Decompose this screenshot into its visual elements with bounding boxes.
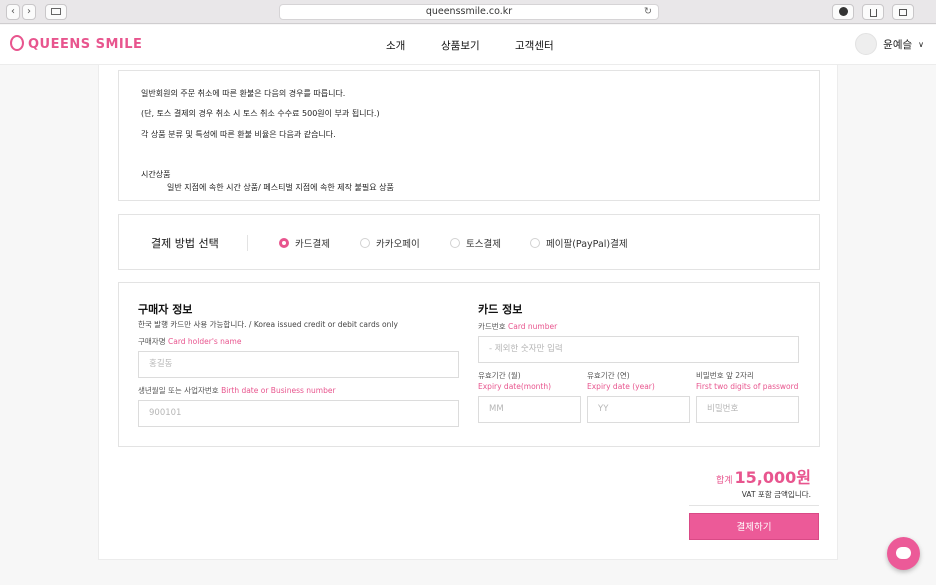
buyer-info-title: 구매자 정보	[138, 303, 193, 316]
download-glyph	[838, 7, 848, 16]
label-en: Card number	[508, 322, 558, 331]
payment-form-box: 구매자 정보 한국 발행 카드만 사용 가능합니다. / Korea issue…	[118, 282, 820, 447]
radio-icon	[530, 238, 540, 248]
expiry-month-input[interactable]: MM	[478, 396, 581, 423]
payment-option-kakaopay[interactable]: 카카오페이	[360, 236, 420, 250]
share-glyph	[869, 9, 877, 17]
label-en: Expiry date (year)	[587, 382, 655, 391]
avatar	[855, 33, 878, 55]
radio-selected-icon	[279, 238, 289, 248]
payment-option-label: 카카오페이	[376, 239, 420, 250]
checkout-page: 일반회원의 주문 취소에 따른 환불은 다음의 경우를 따릅니다. (단, 토스…	[98, 65, 838, 560]
policy-line: 각 상품 분류 및 특성에 따른 환불 비율은 다음과 같습니다.	[141, 130, 336, 139]
nav-item-support[interactable]: 고객센터	[515, 38, 554, 53]
radio-icon	[450, 238, 460, 248]
chevron-down-icon: ∨	[918, 39, 924, 49]
radio-icon	[360, 238, 370, 248]
payment-option-toss[interactable]: 토스결제	[450, 236, 501, 250]
label-en: Expiry date(month)	[478, 382, 552, 391]
back-icon[interactable]: ‹	[6, 4, 20, 20]
divider	[247, 235, 248, 251]
reload-icon[interactable]: ↻	[644, 5, 652, 19]
nav-item-products[interactable]: 상품보기	[441, 38, 480, 53]
chat-button[interactable]	[887, 537, 920, 570]
label-ko: 카드번호	[478, 322, 506, 331]
address-bar[interactable]: queenssmile.co.kr ↻	[279, 4, 659, 20]
policy-line: (단, 토스 결제의 경우 취소 시 토스 취소 수수료 500원이 부과 됩니…	[141, 109, 380, 118]
policy-line: 일반회원의 주문 취소에 따른 환불은 다음의 경우를 따릅니다.	[141, 89, 346, 98]
user-menu[interactable]: 윤예슬 ∨	[855, 33, 924, 55]
birth-label: 생년월일 또는 사업자번호 Birth date or Business num…	[138, 385, 336, 396]
policy-line: 시간상품	[141, 170, 171, 179]
sidebar-icon[interactable]	[45, 4, 67, 20]
label-ko: 유효기간 (월)	[478, 371, 521, 380]
share-icon[interactable]	[862, 4, 884, 20]
password-label: 비밀번호 앞 2자리 First two digits of password	[696, 370, 798, 392]
forward-icon[interactable]: ›	[22, 4, 36, 20]
logo-text: QUEENS SMILE	[28, 37, 143, 52]
payment-option-label: 카드결제	[295, 239, 330, 250]
birth-input[interactable]: 900101	[138, 400, 459, 427]
url-text: queenssmile.co.kr	[425, 6, 513, 17]
payment-option-label: 페이팔(PayPal)결제	[546, 239, 628, 250]
label-en: Birth date or Business number	[221, 386, 336, 395]
user-name: 윤예슬	[883, 38, 913, 51]
label-en: Card holder's name	[168, 337, 242, 346]
divider	[689, 505, 819, 506]
policy-line: 일반 지점에 속한 시간 상품/ 페스티벌 지점에 속한 제작 불필요 상품	[167, 183, 394, 192]
payment-option-label: 토스결제	[466, 239, 501, 250]
payment-option-card[interactable]: 카드결제	[279, 236, 330, 250]
payment-method-box: 결제 방법 선택 카드결제 카카오페이 토스결제 페이팔(PayPal)결제	[118, 214, 820, 270]
card-number-input[interactable]: - 제외한 숫자만 입력	[478, 336, 799, 363]
vat-note: VAT 포함 금액입니다.	[741, 490, 811, 499]
browser-toolbar: ‹ › queenssmile.co.kr ↻	[0, 0, 936, 24]
card-number-label: 카드번호 Card number	[478, 321, 557, 332]
tabs-glyph	[899, 9, 907, 16]
label-ko: 비밀번호 앞 2자리	[696, 371, 754, 380]
card-info-title: 카드 정보	[478, 303, 523, 316]
payment-method-label: 결제 방법 선택	[151, 237, 219, 250]
tabs-icon[interactable]	[892, 4, 914, 20]
label-ko: 구매자명	[138, 337, 166, 346]
logo-mark	[10, 35, 24, 51]
label-en: First two digits of password	[696, 382, 799, 391]
nav-item-intro[interactable]: 소개	[386, 38, 405, 53]
password-input[interactable]: 비밀번호	[696, 396, 799, 423]
label-ko: 유효기간 (연)	[587, 371, 630, 380]
expiry-month-label: 유효기간 (월) Expiry date(month)	[478, 370, 551, 392]
label-ko: 생년월일 또는 사업자번호	[138, 386, 219, 395]
expiry-year-label: 유효기간 (연) Expiry date (year)	[587, 370, 655, 392]
total-price: 합계 15,000원	[716, 464, 811, 488]
payment-option-paypal[interactable]: 페이팔(PayPal)결제	[530, 236, 628, 250]
buyer-name-input[interactable]: 홍길동	[138, 351, 459, 378]
refund-policy-box: 일반회원의 주문 취소에 따른 환불은 다음의 경우를 따릅니다. (단, 토스…	[118, 70, 820, 201]
buyer-notice: 한국 발행 카드만 사용 가능합니다. / Korea issued credi…	[138, 320, 398, 329]
download-icon[interactable]	[832, 4, 854, 20]
total-label: 합계	[715, 476, 733, 486]
site-logo[interactable]: QUEENS SMILE	[10, 35, 142, 52]
chat-bubble-icon	[896, 542, 911, 559]
total-amount: 15,000원	[734, 468, 811, 487]
site-header: QUEENS SMILE 소개 상품보기 고객센터 윤예슬 ∨	[0, 25, 936, 65]
pay-button[interactable]: 결제하기	[689, 513, 819, 540]
expiry-year-input[interactable]: YY	[587, 396, 690, 423]
sidebar-glyph	[51, 8, 61, 15]
buyer-name-label: 구매자명 Card holder's name	[138, 336, 241, 347]
